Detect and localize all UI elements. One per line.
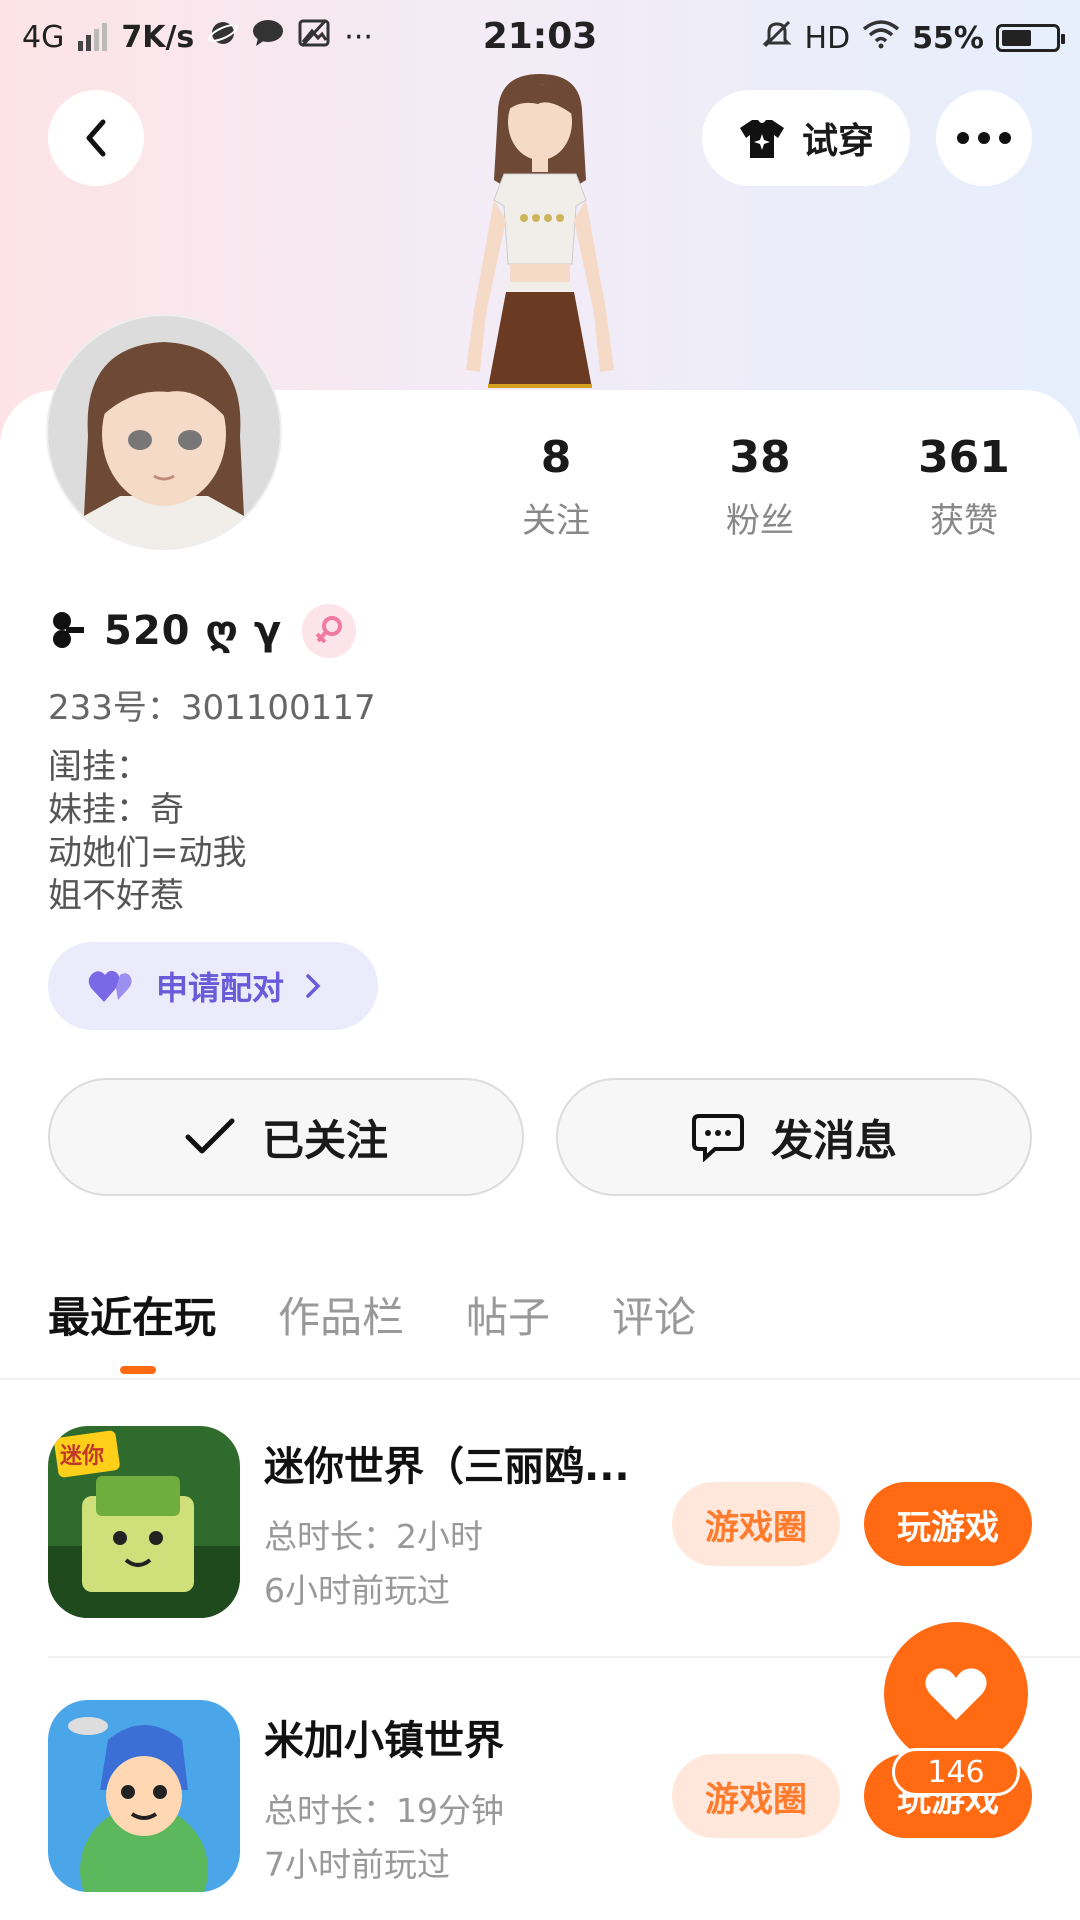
list-item[interactable]: 迷你 迷你世界（三丽鸥... 总时长：2小时 6小时前玩过 游戏圈 玩游戏 [48, 1426, 1080, 1626]
try-on-label: 试穿 [801, 121, 874, 162]
gender-female-icon [302, 604, 357, 658]
stat-followers[interactable]: 38 粉丝 [680, 432, 840, 542]
game-icon-miga-town[interactable] [48, 1700, 240, 1892]
active-tab-indicator [120, 1366, 156, 1374]
game-circle-button[interactable]: 游戏圈 [672, 1482, 840, 1566]
play-game-button[interactable]: 玩游戏 [864, 1482, 1032, 1566]
tabs-divider [0, 1378, 1080, 1380]
bio-line: 姐不好惹 [48, 876, 184, 916]
bio-line: 闺挂： [48, 747, 150, 787]
stat-followers-value: 38 [729, 432, 791, 483]
send-message-button[interactable]: 发消息 [556, 1078, 1032, 1196]
send-message-label: 发消息 [770, 1115, 897, 1165]
game-icon-badge: 迷你 [60, 1444, 105, 1469]
more-options-button[interactable] [936, 90, 1032, 186]
nickname-row: 520 ღ γ [48, 604, 357, 658]
game-name: 迷你世界（三丽鸥... [264, 1444, 630, 1490]
status-bar: 4G 7K/s ··· 21:03 HD 55% [0, 0, 1080, 76]
game-duration: 总时长：19分钟 [264, 1791, 504, 1830]
game-last-played: 7小时前玩过 [264, 1845, 450, 1884]
followed-label: 已关注 [261, 1115, 388, 1165]
game-duration: 总时长：2小时 [264, 1517, 483, 1556]
stat-likes-label: 获赞 [930, 501, 998, 541]
stat-followers-label: 粉丝 [726, 501, 794, 541]
bio-line: 妹挂：奇 [48, 790, 184, 830]
game-last-played: 6小时前玩过 [264, 1571, 450, 1610]
stat-following-label: 关注 [522, 501, 590, 541]
tab-recent-play[interactable]: 最近在玩 [48, 1284, 216, 1345]
tshirt-icon [739, 120, 784, 158]
like-fab-button[interactable] [884, 1622, 1028, 1766]
bio-line: 动她们=动我 [48, 833, 247, 873]
like-count: 146 [892, 1748, 1020, 1796]
game-icon-mini-world[interactable]: 迷你 [48, 1426, 240, 1618]
battery-percent: 55% [912, 20, 984, 56]
chevron-left-icon [86, 119, 106, 157]
check-icon [185, 1118, 235, 1154]
avatar[interactable] [48, 316, 280, 548]
wifi-icon [862, 19, 900, 57]
profile-tabs: 最近在玩 作品栏 帖子 评论 [48, 1284, 696, 1345]
chevron-right-icon [306, 974, 321, 998]
avatar-3d-figure[interactable] [420, 70, 660, 400]
stat-likes[interactable]: 361 获赞 [884, 432, 1044, 542]
followed-button[interactable]: 已关注 [48, 1078, 524, 1196]
battery-icon [996, 24, 1065, 52]
message-icon [691, 1114, 744, 1162]
back-button[interactable] [48, 90, 144, 186]
stat-likes-value: 361 [918, 432, 1010, 483]
bio: 闺挂： 妹挂：奇 动她们=动我 姐不好惹 [48, 746, 247, 918]
request-pair-button[interactable]: 申请配对 [48, 942, 378, 1030]
hd-indicator: HD [804, 20, 851, 56]
heart-icon [925, 1668, 987, 1720]
mute-bell-icon [761, 18, 793, 58]
try-on-button[interactable]: 试穿 [702, 90, 910, 186]
nickname-decoration-icon [53, 612, 84, 648]
request-pair-label: 申请配对 [156, 969, 285, 1007]
tab-posts[interactable]: 帖子 [466, 1284, 550, 1345]
more-dots-icon [957, 132, 1011, 144]
user-id: 233号：301100117 [48, 688, 376, 728]
tab-comments[interactable]: 评论 [612, 1284, 696, 1345]
nickname: 520 ღ γ [104, 608, 283, 654]
game-name: 米加小镇世界 [264, 1718, 504, 1764]
game-circle-button[interactable]: 游戏圈 [672, 1754, 840, 1838]
double-heart-icon [88, 970, 132, 1002]
stat-following-value: 8 [540, 432, 572, 483]
tab-works[interactable]: 作品栏 [278, 1284, 404, 1345]
stat-following[interactable]: 8 关注 [476, 432, 636, 542]
